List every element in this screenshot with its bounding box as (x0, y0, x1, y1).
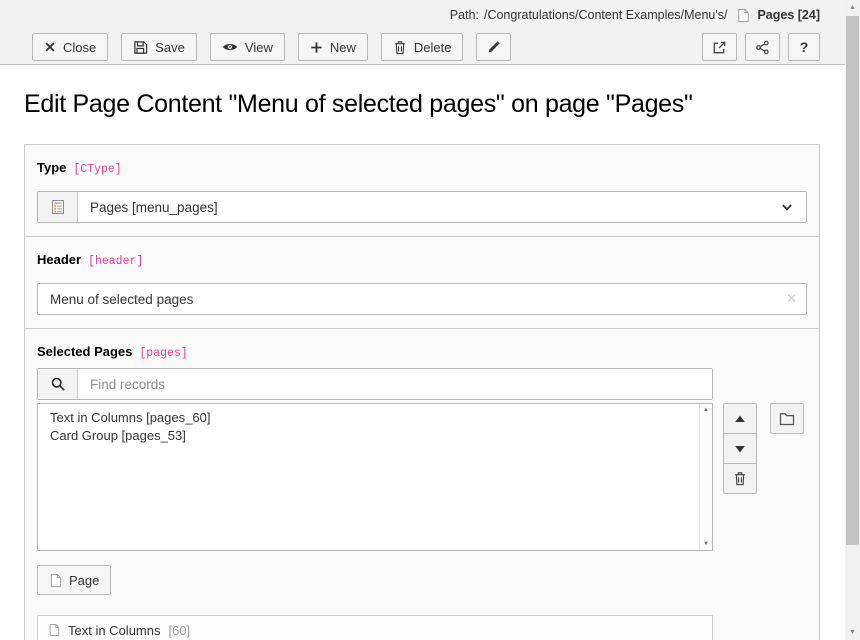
page-icon (49, 573, 62, 588)
share-icon (755, 40, 770, 55)
doc-header: Close Save View (0, 30, 845, 65)
path-label: Path: (450, 8, 479, 22)
open-new-window-button[interactable] (702, 33, 737, 61)
trash-icon (733, 471, 747, 486)
record-title: Text in Columns (68, 623, 160, 638)
toolbar-right: ? (702, 33, 820, 61)
field-label-header: Header[header] (37, 252, 807, 270)
help-button[interactable]: ? (788, 33, 820, 61)
page-scrollbar[interactable]: ▲ ▼ (845, 0, 860, 640)
scroll-up-icon[interactable]: ▲ (845, 0, 860, 15)
page-record-icon (736, 8, 750, 23)
pages-field-row: Text in Columns [pages_60] Card Group [p… (37, 403, 807, 551)
record-panels: Text in Columns [60] (37, 615, 713, 640)
clear-icon[interactable]: ✕ (786, 290, 797, 308)
move-up-button[interactable] (723, 403, 757, 434)
external-link-icon (712, 40, 727, 55)
section-type: Type[CType] (24, 144, 820, 237)
arrow-up-icon (734, 414, 746, 424)
chevron-down-icon (779, 192, 806, 222)
type-select-value: Pages [menu_pages] (78, 192, 779, 222)
scroll-up-icon[interactable]: ▲ (703, 406, 709, 414)
type-select[interactable]: Pages [menu_pages] (37, 191, 807, 223)
list-controls (723, 403, 757, 494)
field-label-type: Type[CType] (37, 160, 807, 178)
edit-form: Type[CType] (24, 144, 820, 640)
page-title: Edit Page Content "Menu of selected page… (24, 90, 845, 119)
share-button[interactable] (745, 33, 780, 61)
section-header: Header[header] ✕ (24, 236, 820, 329)
header-input[interactable] (37, 283, 807, 315)
toolbar-left: Close Save View (32, 33, 511, 61)
close-button[interactable]: Close (32, 33, 108, 61)
close-icon (44, 41, 56, 53)
move-down-button[interactable] (723, 433, 757, 464)
page-icon (48, 623, 60, 637)
record-title: Pages [24] (757, 8, 820, 22)
question-icon: ? (800, 39, 809, 55)
field-label-pages: Selected Pages[pages] (37, 344, 807, 362)
eye-icon (222, 40, 238, 54)
scrollbar-thumb[interactable] (846, 16, 859, 545)
search-addon (38, 369, 78, 399)
record-search-group (37, 368, 713, 400)
path-bar: Path: /Congratulations/Content Examples/… (0, 0, 845, 30)
record-uid: [60] (168, 623, 190, 638)
save-icon (133, 40, 148, 55)
folder-icon (779, 412, 795, 426)
remove-selected-button[interactable] (723, 463, 757, 494)
list-item[interactable]: Card Group [pages_53] (46, 427, 692, 445)
listbox-options: Text in Columns [pages_60] Card Group [p… (38, 404, 712, 450)
field-code-header: [header] (88, 255, 143, 268)
plus-icon (310, 41, 323, 54)
edit-button[interactable] (476, 33, 511, 61)
list-item[interactable]: Text in Columns [pages_60] (46, 409, 692, 427)
selected-pages-listbox[interactable]: Text in Columns [pages_60] Card Group [p… (37, 403, 713, 551)
content-element-icon-addon (38, 192, 78, 222)
list-scrollbar[interactable]: ▲ ▼ (699, 404, 712, 550)
new-button[interactable]: New (298, 33, 368, 61)
menu-pages-icon (50, 199, 66, 215)
delete-button[interactable]: Delete (381, 33, 464, 61)
module-body: Edit Page Content "Menu of selected page… (0, 66, 845, 640)
field-code-pages: [pages] (139, 347, 187, 360)
search-input[interactable] (78, 369, 712, 399)
arrow-down-icon (734, 444, 746, 454)
trash-icon (393, 40, 407, 55)
scroll-down-icon[interactable]: ▼ (845, 625, 860, 640)
record-panel[interactable]: Text in Columns [60] (37, 615, 713, 640)
scroll-down-icon[interactable]: ▼ (703, 540, 709, 548)
pencil-icon (486, 40, 501, 55)
view-button[interactable]: View (210, 33, 285, 61)
field-code-ctype: [CType] (73, 163, 121, 176)
section-selected-pages: Selected Pages[pages] Text in Col (24, 328, 820, 640)
path-value: /Congratulations/Content Examples/Menu's… (484, 8, 728, 22)
header-field-wrap: ✕ (37, 283, 807, 315)
search-icon (50, 376, 66, 392)
save-button[interactable]: Save (121, 33, 197, 61)
add-page-button[interactable]: Page (37, 565, 111, 595)
browse-records-button[interactable] (770, 403, 804, 434)
